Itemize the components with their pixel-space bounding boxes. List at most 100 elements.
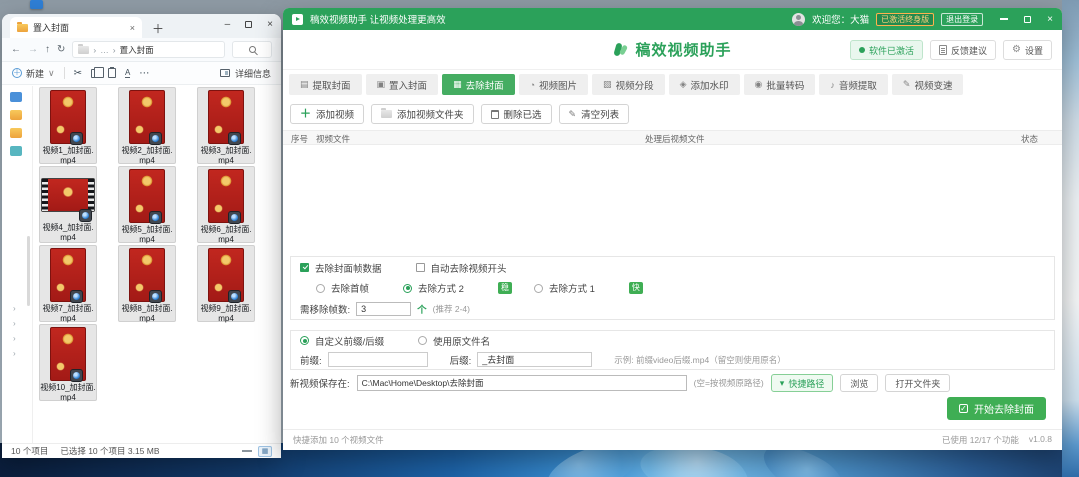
media-player-overlay-icon — [149, 290, 162, 303]
tab-extract-cover[interactable]: ▤提取封面 — [289, 74, 362, 95]
tab-icon: ▧ — [603, 79, 612, 90]
wallpaper-right-sliver — [1062, 0, 1079, 477]
logout-button[interactable]: 退出登录 — [941, 13, 983, 26]
radio-mode-1[interactable] — [534, 284, 543, 293]
activation-status-chip[interactable]: 软件已激活 — [850, 40, 923, 60]
expand-chevron-icon[interactable]: › — [13, 304, 16, 313]
vip-badge[interactable]: 已激活终身版 — [876, 13, 934, 26]
radio-original-name[interactable] — [418, 336, 427, 345]
file-item[interactable]: 视频10_加封面.mp4 — [39, 324, 97, 401]
breadcrumb-current[interactable]: 置入封面 — [120, 44, 154, 56]
expand-chevron-icon[interactable]: › — [13, 349, 16, 358]
file-item[interactable]: 视频7_加封面.mp4 — [39, 245, 97, 322]
activation-label: 软件已激活 — [869, 44, 914, 57]
file-item[interactable]: 视频5_加封面.mp4 — [118, 166, 176, 243]
breadcrumb-ellipsis[interactable]: … — [100, 45, 109, 55]
list-view-toggle[interactable] — [242, 450, 252, 452]
frames-count-input[interactable] — [356, 302, 411, 316]
tab-insert-cover[interactable]: ▣置入封面 — [366, 74, 439, 95]
new-tab-button[interactable]: ＋ — [152, 23, 164, 35]
rail-scrollbar[interactable] — [27, 236, 30, 306]
settings-label: 设置 — [1025, 44, 1043, 57]
forward-icon[interactable]: → — [28, 44, 38, 55]
cut-icon[interactable]: ✂ — [74, 68, 82, 79]
chevron-down-icon: ∨ — [48, 68, 55, 79]
close-button[interactable]: × — [1047, 14, 1053, 25]
settings-button[interactable]: ⚙ 设置 — [1003, 40, 1052, 60]
file-item[interactable]: 视频6_加封面.mp4 — [197, 166, 255, 243]
close-button[interactable]: × — [267, 19, 273, 30]
tab-watermark[interactable]: ◈添加水印 — [669, 74, 740, 95]
maximize-button[interactable] — [1024, 16, 1031, 23]
clear-list-button[interactable]: ✎清空列表 — [559, 104, 630, 124]
folder-shortcut-icon[interactable] — [10, 128, 22, 138]
expand-chevron-icon[interactable]: › — [13, 319, 16, 328]
add-video-button[interactable]: ＋添加视频 — [290, 104, 364, 124]
save-path-input[interactable] — [357, 375, 687, 391]
tab-icon: ◉ — [755, 79, 763, 90]
radio-label: 去除首帧 — [331, 281, 369, 295]
suffix-input[interactable] — [477, 352, 592, 367]
minimize-button[interactable] — [1000, 18, 1008, 19]
expand-chevron-icon[interactable]: › — [13, 334, 16, 343]
tab-video-segment[interactable]: ▧视频分段 — [592, 74, 665, 95]
app-window-title: 稿效视频助手 让视频处理更高效 — [310, 12, 446, 26]
new-button[interactable]: ＋ 新建 ∨ — [12, 67, 55, 80]
tab-close-icon[interactable]: × — [130, 23, 135, 33]
tab-remove-cover[interactable]: ▦去除封面 — [442, 74, 515, 95]
column-index: 序号 — [291, 133, 308, 145]
quick-path-button[interactable]: ▾ 快捷路径 — [771, 374, 834, 392]
avatar[interactable] — [792, 13, 805, 26]
app-status-bar: 快捷添加 10 个视频文件 已使用 12/17 个功能 v1.0.8 — [283, 429, 1062, 450]
up-icon[interactable]: ↑ — [45, 44, 50, 55]
refresh-icon[interactable]: ↻ — [57, 44, 65, 55]
navigation-rail[interactable]: › › › › — [2, 86, 33, 443]
paste-icon[interactable] — [108, 68, 116, 78]
add-folder-button[interactable]: 添加视频文件夹 — [371, 104, 474, 124]
folder-shortcut-icon[interactable] — [10, 146, 22, 156]
details-view-toggle[interactable]: ▦ — [258, 446, 272, 457]
delete-selected-button[interactable]: 删除已选 — [481, 104, 552, 124]
tab-audio-extract[interactable]: ♪音频提取 — [819, 74, 888, 95]
address-input[interactable]: › … › 置入封面 — [72, 41, 225, 58]
checkbox-auto-remove-head[interactable] — [416, 263, 425, 272]
media-player-overlay-icon — [228, 290, 241, 303]
explorer-tab[interactable]: 置入封面 × — [10, 17, 142, 38]
file-item[interactable]: 视频8_加封面.mp4 — [118, 245, 176, 322]
desktop-icon[interactable] — [30, 0, 43, 9]
file-item[interactable]: 视频9_加封面.mp4 — [197, 245, 255, 322]
minimize-button[interactable]: – — [225, 19, 231, 30]
copy-icon[interactable] — [91, 69, 99, 78]
more-options-icon[interactable]: ⋯ — [139, 68, 149, 79]
column-status: 状态 — [1021, 133, 1038, 145]
tab-video-speed[interactable]: ✎视频变速 — [892, 74, 964, 95]
maximize-button[interactable] — [245, 21, 252, 28]
quick-access-icon[interactable] — [10, 92, 22, 102]
search-box[interactable] — [232, 41, 272, 58]
open-folder-button[interactable]: 打开文件夹 — [885, 374, 950, 392]
checkbox-label: 去除封面帧数据 — [315, 261, 382, 275]
file-grid: 视频1_加封面.mp4 视频2_加封面.mp4 视频3_加封面.mp4 视频4_… — [39, 87, 255, 401]
browse-button[interactable]: 浏览 — [840, 374, 878, 392]
file-name: 视频6_加封面.mp4 — [200, 225, 251, 244]
feedback-button[interactable]: 反馈建议 — [930, 40, 996, 60]
back-icon[interactable]: ← — [11, 44, 21, 55]
file-item[interactable]: 视频2_加封面.mp4 — [118, 87, 176, 164]
radio-mode-2[interactable] — [403, 284, 412, 293]
tab-icon: ▤ — [300, 79, 309, 90]
details-toggle[interactable]: 详细信息 — [220, 67, 271, 80]
plus-icon: ＋ — [300, 109, 311, 120]
tab-batch-transcode[interactable]: ◉批量转码 — [744, 74, 816, 95]
checkbox-remove-cover-data[interactable] — [300, 263, 309, 272]
radio-remove-first-frame[interactable] — [316, 284, 325, 293]
tab-video-images[interactable]: ◔视频图片 — [519, 74, 588, 95]
file-item[interactable]: 视频3_加封面.mp4 — [197, 87, 255, 164]
prefix-input[interactable] — [328, 352, 428, 367]
rename-icon[interactable]: A — [125, 68, 130, 78]
file-item[interactable]: 视频4_加封面.mp4 — [39, 166, 97, 243]
radio-custom-name[interactable] — [300, 336, 309, 345]
start-remove-cover-button[interactable]: ✓ 开始去除封面 — [947, 397, 1046, 420]
explorer-status-bar: 10 个项目 已选择 10 个项目 3.15 MB ▦ — [2, 443, 281, 458]
folder-shortcut-icon[interactable] — [10, 110, 22, 120]
file-item[interactable]: 视频1_加封面.mp4 — [39, 87, 97, 164]
